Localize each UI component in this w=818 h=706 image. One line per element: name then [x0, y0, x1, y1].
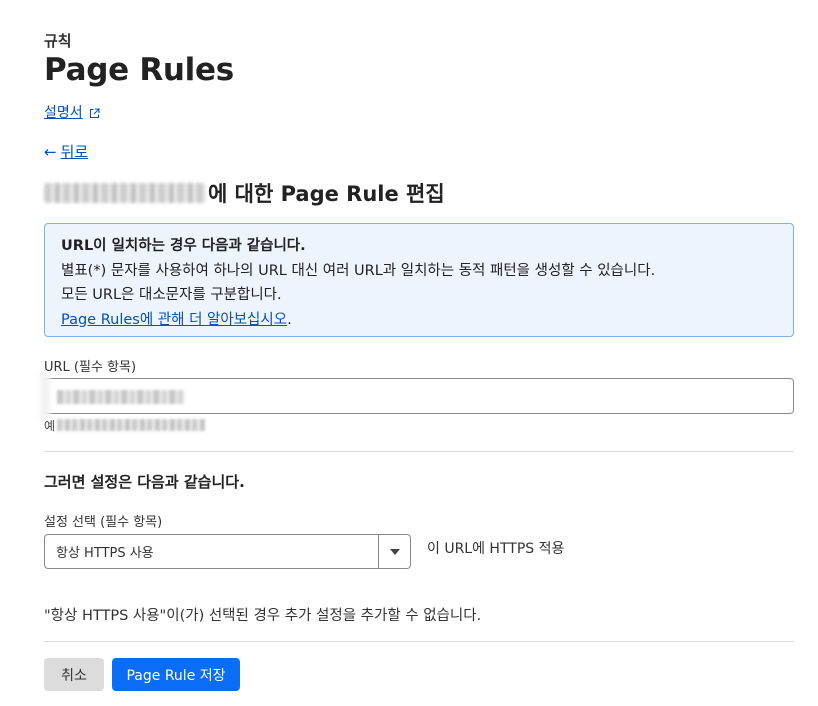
actions-divider: [44, 641, 794, 642]
info-box-line-case: 모든 URL은 대소문자를 구분합니다.: [61, 287, 282, 303]
edit-rule-heading-text: 에 대한 Page Rule 편집: [208, 182, 445, 206]
cancel-button[interactable]: 취소: [44, 658, 104, 691]
redaction-mask: [40, 374, 50, 418]
edit-rule-heading: 에 대한 Page Rule 편집: [44, 178, 445, 208]
documentation-link-label: 설명서: [44, 105, 83, 121]
url-example: 예: [44, 416, 206, 434]
page-title: Page Rules: [44, 52, 234, 88]
redacted-url-example: [57, 419, 206, 431]
info-box-learn-more: Page Rules에 관해 더 알아보십시오.: [61, 308, 777, 333]
back-link[interactable]: ← 뒤로: [44, 141, 88, 162]
settings-heading: 그러면 설정은 다음과 같습니다.: [44, 473, 245, 491]
info-box-title: URL이 일치하는 경우 다음과 같습니다.: [61, 238, 306, 254]
back-link-label: 뒤로: [60, 143, 89, 161]
documentation-link[interactable]: 설명서: [44, 102, 100, 122]
arrow-left-icon: ←: [44, 142, 57, 161]
dropdown-toggle[interactable]: [378, 535, 410, 568]
url-example-prefix: 예: [44, 418, 56, 433]
external-link-icon: [89, 107, 100, 118]
save-page-rule-button[interactable]: Page Rule 저장: [112, 658, 240, 691]
settings-select[interactable]: 항상 HTTPS 사용: [44, 534, 411, 569]
url-input[interactable]: [44, 378, 794, 414]
redacted-domain: [44, 183, 206, 203]
settings-select-label: 설정 선택 (필수 항목): [44, 515, 163, 530]
info-box-line-wildcard: 별표(*) 문자를 사용하여 하나의 URL 대신 여러 URL과 일치하는 동…: [61, 262, 656, 279]
settings-select-value: 항상 HTTPS 사용: [56, 546, 154, 561]
chevron-down-icon: [389, 548, 400, 555]
section-divider: [44, 451, 794, 452]
page-eyebrow: 규칙: [44, 32, 72, 50]
learn-more-suffix: .: [287, 311, 292, 328]
settings-notice: "항상 HTTPS 사용"이(가) 선택된 경우 추가 설정을 추가할 수 없습…: [44, 608, 482, 624]
url-field-label: URL (필수 항목): [44, 360, 137, 375]
learn-more-link[interactable]: Page Rules에 관해 더 알아보십시오: [61, 312, 287, 328]
setting-description: 이 URL에 HTTPS 적용: [427, 541, 565, 557]
redacted-url-value: [57, 390, 185, 404]
url-match-info-box: URL이 일치하는 경우 다음과 같습니다. 별표(*) 문자를 사용하여 하나…: [44, 223, 794, 337]
